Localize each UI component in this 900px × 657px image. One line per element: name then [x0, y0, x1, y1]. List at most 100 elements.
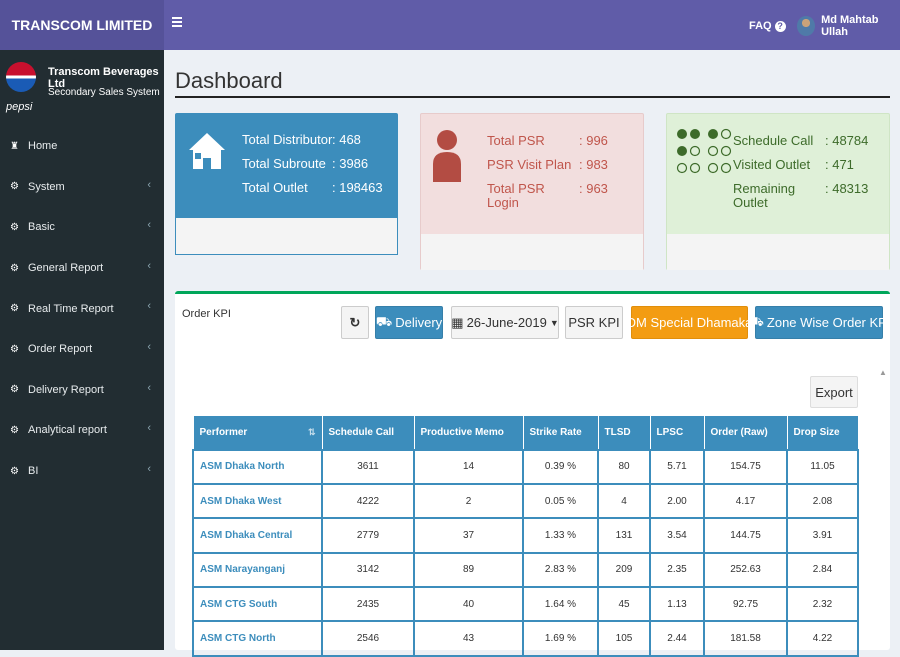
date-dropdown[interactable]: ▦ 26-June-2019 ▼	[451, 306, 559, 339]
truck-icon: ⛟	[375, 313, 393, 329]
stat-label: Visited Outlet	[733, 157, 811, 172]
sidebar-item-basic[interactable]: ⚙ Basic ‹	[0, 207, 164, 248]
gear-icon: ⚙	[10, 424, 19, 436]
column-header[interactable]: Performer ⇅	[192, 415, 323, 450]
refresh-icon: ↻	[349, 314, 361, 330]
calendar-icon: ▦	[451, 314, 464, 330]
performer-link[interactable]: ASM CTG North	[192, 620, 323, 657]
stat-label: Total Subroute	[242, 156, 326, 171]
column-header[interactable]: TLSD	[597, 415, 651, 450]
sidebar-item-label: General Report	[28, 262, 104, 275]
sidebar-item-bi[interactable]: ⚙ BI ‹	[0, 451, 164, 492]
card-footer	[175, 218, 398, 255]
column-header[interactable]: Drop Size	[786, 415, 859, 450]
table-cell: 45	[597, 586, 651, 623]
performer-link[interactable]: ASM Dhaka West	[192, 482, 323, 520]
psr-kpi-button[interactable]: PSR KPI	[565, 306, 623, 339]
order-kpi-table: Performer ⇅ Schedule Call Productive Memo…	[192, 415, 859, 657]
table-cell: 2546	[321, 620, 415, 657]
table-cell: 2.35	[649, 551, 705, 589]
user-name: Md Mahtab Ullah	[821, 14, 879, 38]
table-cell: 105	[597, 620, 651, 657]
column-header[interactable]: LPSC	[649, 415, 705, 450]
column-header[interactable]: Schedule Call	[321, 415, 415, 450]
performer-link[interactable]: ASM Dhaka North	[192, 448, 323, 485]
sidebar: pepsi Transcom Beverages Ltd Secondary S…	[0, 50, 164, 650]
sidebar-item-system[interactable]: ⚙ System ‹	[0, 167, 164, 208]
stat-label: PSR Visit Plan	[487, 157, 572, 172]
table-row: ASM Dhaka West 4222 2 0.05 % 4 2.00 4.17 2.08	[192, 482, 859, 520]
order-kpi-panel: Order KPI ↻ ⛟ Delivery ▦ 26-June-2019 ▼ PSR…	[175, 291, 890, 657]
performer-link[interactable]: ASM CTG South	[192, 586, 323, 623]
table-cell: 0.39 %	[522, 448, 599, 485]
sidebar-item-label: System	[28, 180, 65, 193]
sidebar-item-general-report[interactable]: ⚙ General Report ‹	[0, 248, 164, 289]
refresh-button[interactable]: ↻	[341, 306, 369, 339]
chevron-left-icon: ‹	[147, 462, 151, 475]
stat-value: : 983	[579, 157, 608, 172]
stat-value: : 471	[825, 157, 854, 172]
table-row: ASM CTG North 2546 43 1.69 % 105 2.44 181.58 4.…	[192, 620, 859, 657]
table-cell: 43	[413, 620, 524, 657]
zone-wise-label: Zone Wise Order KPI	[766, 315, 891, 330]
sidebar-item-analytical-report[interactable]: ⚙ Analytical report ‹	[0, 410, 164, 451]
faq-label: FAQ	[749, 20, 772, 32]
chevron-left-icon: ‹	[147, 178, 151, 191]
stat-value: : 198463	[332, 180, 383, 195]
chevron-left-icon: ‹	[147, 422, 151, 435]
gear-icon: ⚙	[10, 303, 19, 315]
table-row: ASM Narayanganj 3142 89 2.83 % 209 2.35 252.63…	[192, 551, 859, 589]
sidebar-item-label: Real Time Report	[28, 302, 114, 315]
stat-label: Total PSR	[487, 133, 545, 148]
main-content: Dashboard Total Distributor : 468 Total …	[164, 50, 900, 657]
scroll-up-arrow[interactable]: ▲	[879, 368, 887, 377]
table-cell: 11.05	[786, 448, 859, 485]
table-cell: 4.17	[703, 482, 788, 520]
app-logo[interactable]: TRANSCOM LIMITED	[0, 0, 164, 50]
dm-special-button[interactable]: DM Special Dhamaka	[627, 306, 752, 339]
column-header[interactable]: Order (Raw)	[703, 415, 788, 450]
stat-value: : 48784	[825, 133, 869, 148]
gear-icon: ⚙	[10, 343, 19, 355]
sidebar-item-label: Basic	[28, 221, 55, 234]
table-row: ASM CTG South 2435 40 1.64 % 45 1.13 92.75 2.32	[192, 586, 859, 623]
table-cell: 4	[597, 482, 651, 520]
sidebar-item-real-time-report[interactable]: ⚙ Real Time Report ‹	[0, 288, 164, 329]
sidebar-item-label: BI	[28, 465, 39, 478]
stat-value: : 48313	[825, 181, 869, 196]
column-header[interactable]: Productive Memo	[413, 415, 524, 450]
table-cell: 1.64 %	[522, 586, 599, 623]
sidebar-item-order-report[interactable]: ⚙ Order Report ‹	[0, 329, 164, 370]
sidebar-item-label: Delivery Report	[28, 383, 104, 396]
export-button[interactable]: Export	[810, 376, 858, 408]
distributor-card: Total Distributor : 468 Total Subroute :…	[175, 113, 398, 255]
table-cell: 209	[597, 551, 651, 589]
avatar	[797, 16, 816, 36]
schedule-card: Schedule Call : 48784 Visited Outlet : 4…	[666, 113, 890, 270]
table-cell: 2.83 %	[522, 551, 599, 589]
delivery-label: Delivery	[395, 315, 443, 330]
user-menu[interactable]: Md Mahtab Ullah	[797, 14, 900, 38]
sidebar-item-home[interactable]: ♜ Home	[0, 126, 164, 167]
column-header[interactable]: Strike Rate	[522, 415, 599, 450]
brand-logo-text: pepsi	[6, 101, 33, 113]
delivery-button[interactable]: ⛟ Delivery	[375, 306, 443, 339]
sidebar-brand: pepsi Transcom Beverages Ltd Secondary S…	[0, 50, 164, 120]
column-header-label: Performer	[199, 426, 248, 438]
table-cell: 252.63	[703, 551, 788, 589]
stat-value: : 3986	[332, 156, 369, 171]
order-kpi-title: Order KPI	[182, 308, 231, 320]
performer-link[interactable]: ASM Dhaka Central	[192, 517, 323, 554]
zone-wise-button[interactable]: ⛟ Zone Wise Order KPI	[748, 306, 890, 339]
performer-link[interactable]: ASM Narayanganj	[192, 551, 323, 589]
faq-link[interactable]: FAQ?	[749, 20, 786, 32]
stat-label: Total Distributor	[242, 132, 333, 147]
top-navbar: TRANSCOM LIMITED FAQ? Md Mahtab Ullah	[0, 0, 900, 50]
chevron-left-icon: ‹	[147, 219, 151, 232]
table-cell: 5.71	[649, 448, 705, 485]
table-cell: 4.22	[786, 620, 859, 657]
sidebar-item-delivery-report[interactable]: ⚙ Delivery Report ‹	[0, 370, 164, 411]
table-cell: 2.32	[786, 586, 859, 623]
table-cell: 2779	[321, 517, 415, 554]
sidebar-toggle-icon[interactable]	[172, 17, 182, 27]
